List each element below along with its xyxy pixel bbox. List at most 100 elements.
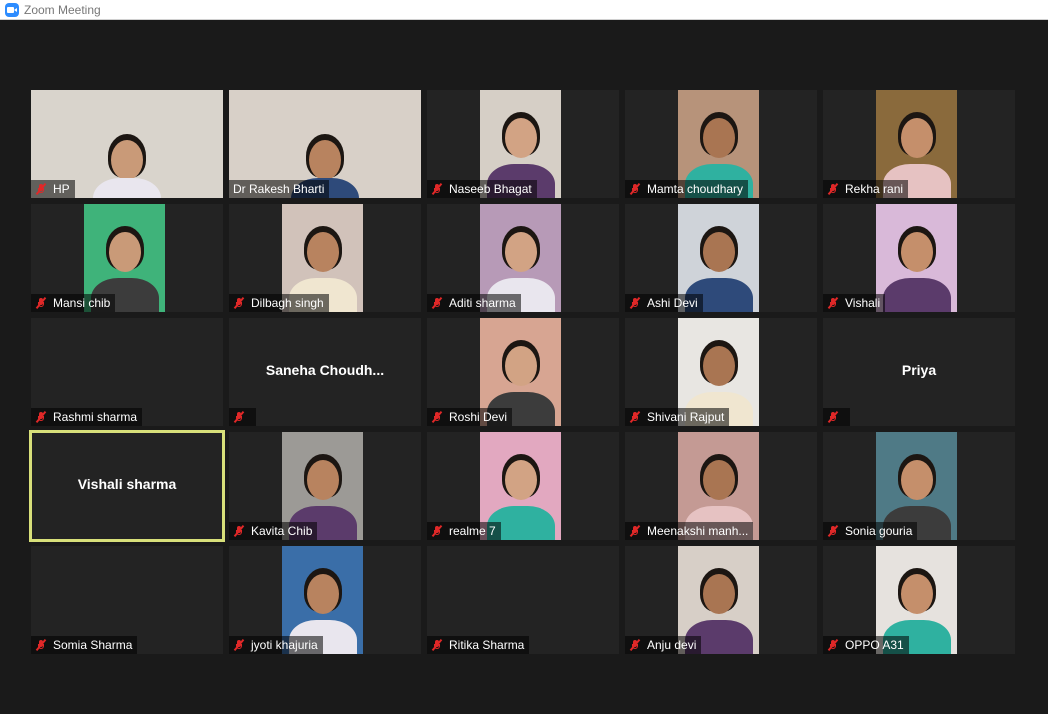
- participant-nameplate: jyoti khajuria: [229, 636, 323, 654]
- mic-muted-icon: [431, 524, 443, 538]
- participant-tile[interactable]: Dr Rakesh Bharti: [229, 90, 421, 198]
- person-head: [306, 574, 339, 614]
- participant-tile[interactable]: Anju devi: [625, 546, 817, 654]
- participant-nameplate: Ritika Sharma: [427, 636, 530, 654]
- participant-tile[interactable]: Mansi chib: [31, 204, 223, 312]
- participant-tile[interactable]: Priya: [823, 318, 1015, 426]
- participant-nameplate: Vishali: [823, 294, 886, 312]
- mic-muted-icon: [827, 524, 839, 538]
- person-body: [93, 178, 161, 198]
- participant-nameplate: [229, 408, 256, 426]
- mic-muted-icon: [629, 638, 641, 652]
- person-head: [306, 232, 339, 272]
- participant-display-name: Saneha Choudh...: [265, 362, 385, 378]
- participant-display-name: Vishali sharma: [77, 476, 177, 492]
- participant-tile[interactable]: Saneha Choudh...: [229, 318, 421, 426]
- mic-muted-icon: [431, 182, 443, 196]
- participant-nameplate: Dilbagh singh: [229, 294, 329, 312]
- participant-tile[interactable]: Ashi Devi: [625, 204, 817, 312]
- participant-tile[interactable]: jyoti khajuria: [229, 546, 421, 654]
- person-head: [702, 460, 735, 500]
- participant-tile[interactable]: Meenakshi manh...: [625, 432, 817, 540]
- zoom-app-icon: [5, 2, 19, 17]
- participant-tile[interactable]: Somia Sharma: [31, 546, 223, 654]
- participant-video: [876, 204, 957, 312]
- mic-muted-icon: [827, 182, 839, 196]
- participant-nameplate: Rekha rani: [823, 180, 909, 198]
- participant-nameplate: Naseeb Bhagat: [427, 180, 537, 198]
- mic-muted-icon: [827, 296, 839, 310]
- participant-nameplate: Anju devi: [625, 636, 702, 654]
- participant-nameplate: Meenakshi manh...: [625, 522, 754, 540]
- person-body: [882, 278, 951, 312]
- participant-nameplate: [823, 408, 850, 426]
- person-head: [702, 574, 735, 614]
- participant-tile[interactable]: Kavita Chib: [229, 432, 421, 540]
- window-title: Zoom Meeting: [24, 2, 101, 17]
- participant-tile[interactable]: Ritika Sharma: [427, 546, 619, 654]
- participant-tile[interactable]: Shivani Rajput: [625, 318, 817, 426]
- mic-muted-icon: [629, 296, 641, 310]
- participant-name: Mamta choudhary: [647, 182, 744, 196]
- person-head: [504, 346, 537, 386]
- participant-nameplate: Aditi sharma: [427, 294, 521, 312]
- participant-name: Shivani Rajput: [647, 410, 725, 424]
- mic-muted-icon: [431, 410, 443, 424]
- mic-muted-icon: [233, 638, 245, 652]
- participant-tile[interactable]: Vishali sharma: [29, 430, 225, 542]
- participant-name: Ritika Sharma: [449, 638, 525, 652]
- participant-name: HP: [53, 182, 70, 196]
- participant-display-name: Priya: [901, 362, 937, 378]
- person-head: [900, 574, 933, 614]
- participant-name: Dilbagh singh: [251, 296, 324, 310]
- participant-tile[interactable]: Aditi sharma: [427, 204, 619, 312]
- mic-muted-icon: [629, 524, 641, 538]
- participant-tile[interactable]: Naseeb Bhagat: [427, 90, 619, 198]
- participant-tile[interactable]: Sonia gouria: [823, 432, 1015, 540]
- participant-name: jyoti khajuria: [251, 638, 318, 652]
- participant-tile[interactable]: Dilbagh singh: [229, 204, 421, 312]
- mic-muted-icon: [35, 638, 47, 652]
- participant-tile[interactable]: Roshi Devi: [427, 318, 619, 426]
- person-head: [702, 118, 735, 158]
- participant-tile[interactable]: Vishali: [823, 204, 1015, 312]
- mic-muted-icon: [431, 638, 443, 652]
- participant-nameplate: Dr Rakesh Bharti: [229, 180, 330, 198]
- person-head: [504, 232, 537, 272]
- participant-tile[interactable]: Rekha rani: [823, 90, 1015, 198]
- participant-nameplate: Somia Sharma: [31, 636, 138, 654]
- person-head: [900, 118, 933, 158]
- participant-name: realme 7: [449, 524, 496, 538]
- person-head: [108, 232, 141, 272]
- participant-tile[interactable]: Mamta choudhary: [625, 90, 817, 198]
- participant-name: Vishali: [845, 296, 881, 310]
- person-head: [900, 232, 933, 272]
- participant-tile[interactable]: OPPO A31: [823, 546, 1015, 654]
- participant-nameplate: Rashmi sharma: [31, 408, 143, 426]
- participant-name: Aditi sharma: [449, 296, 516, 310]
- person-head: [702, 232, 735, 272]
- participant-nameplate: Ashi Devi: [625, 294, 703, 312]
- mic-muted-icon: [35, 182, 47, 196]
- participant-tile[interactable]: Rashmi sharma: [31, 318, 223, 426]
- participant-name: Meenakshi manh...: [647, 524, 749, 538]
- person-head: [702, 346, 735, 386]
- participant-name: Kavita Chib: [251, 524, 313, 538]
- title-bar: Zoom Meeting: [0, 0, 1048, 20]
- participant-nameplate: OPPO A31: [823, 636, 909, 654]
- participant-name: Naseeb Bhagat: [449, 182, 532, 196]
- mic-muted-icon: [431, 296, 443, 310]
- mic-muted-icon: [233, 410, 245, 424]
- participant-nameplate: Mansi chib: [31, 294, 116, 312]
- person-head: [111, 140, 143, 180]
- person-head: [504, 460, 537, 500]
- participant-nameplate: Shivani Rajput: [625, 408, 730, 426]
- participant-name: Rekha rani: [845, 182, 904, 196]
- participant-nameplate: realme 7: [427, 522, 501, 540]
- participant-name: Roshi Devi: [449, 410, 508, 424]
- participant-nameplate: HP: [31, 180, 75, 198]
- participant-name: Sonia gouria: [845, 524, 913, 538]
- participant-tile[interactable]: realme 7: [427, 432, 619, 540]
- person-head: [504, 118, 537, 158]
- participant-tile[interactable]: HP: [31, 90, 223, 198]
